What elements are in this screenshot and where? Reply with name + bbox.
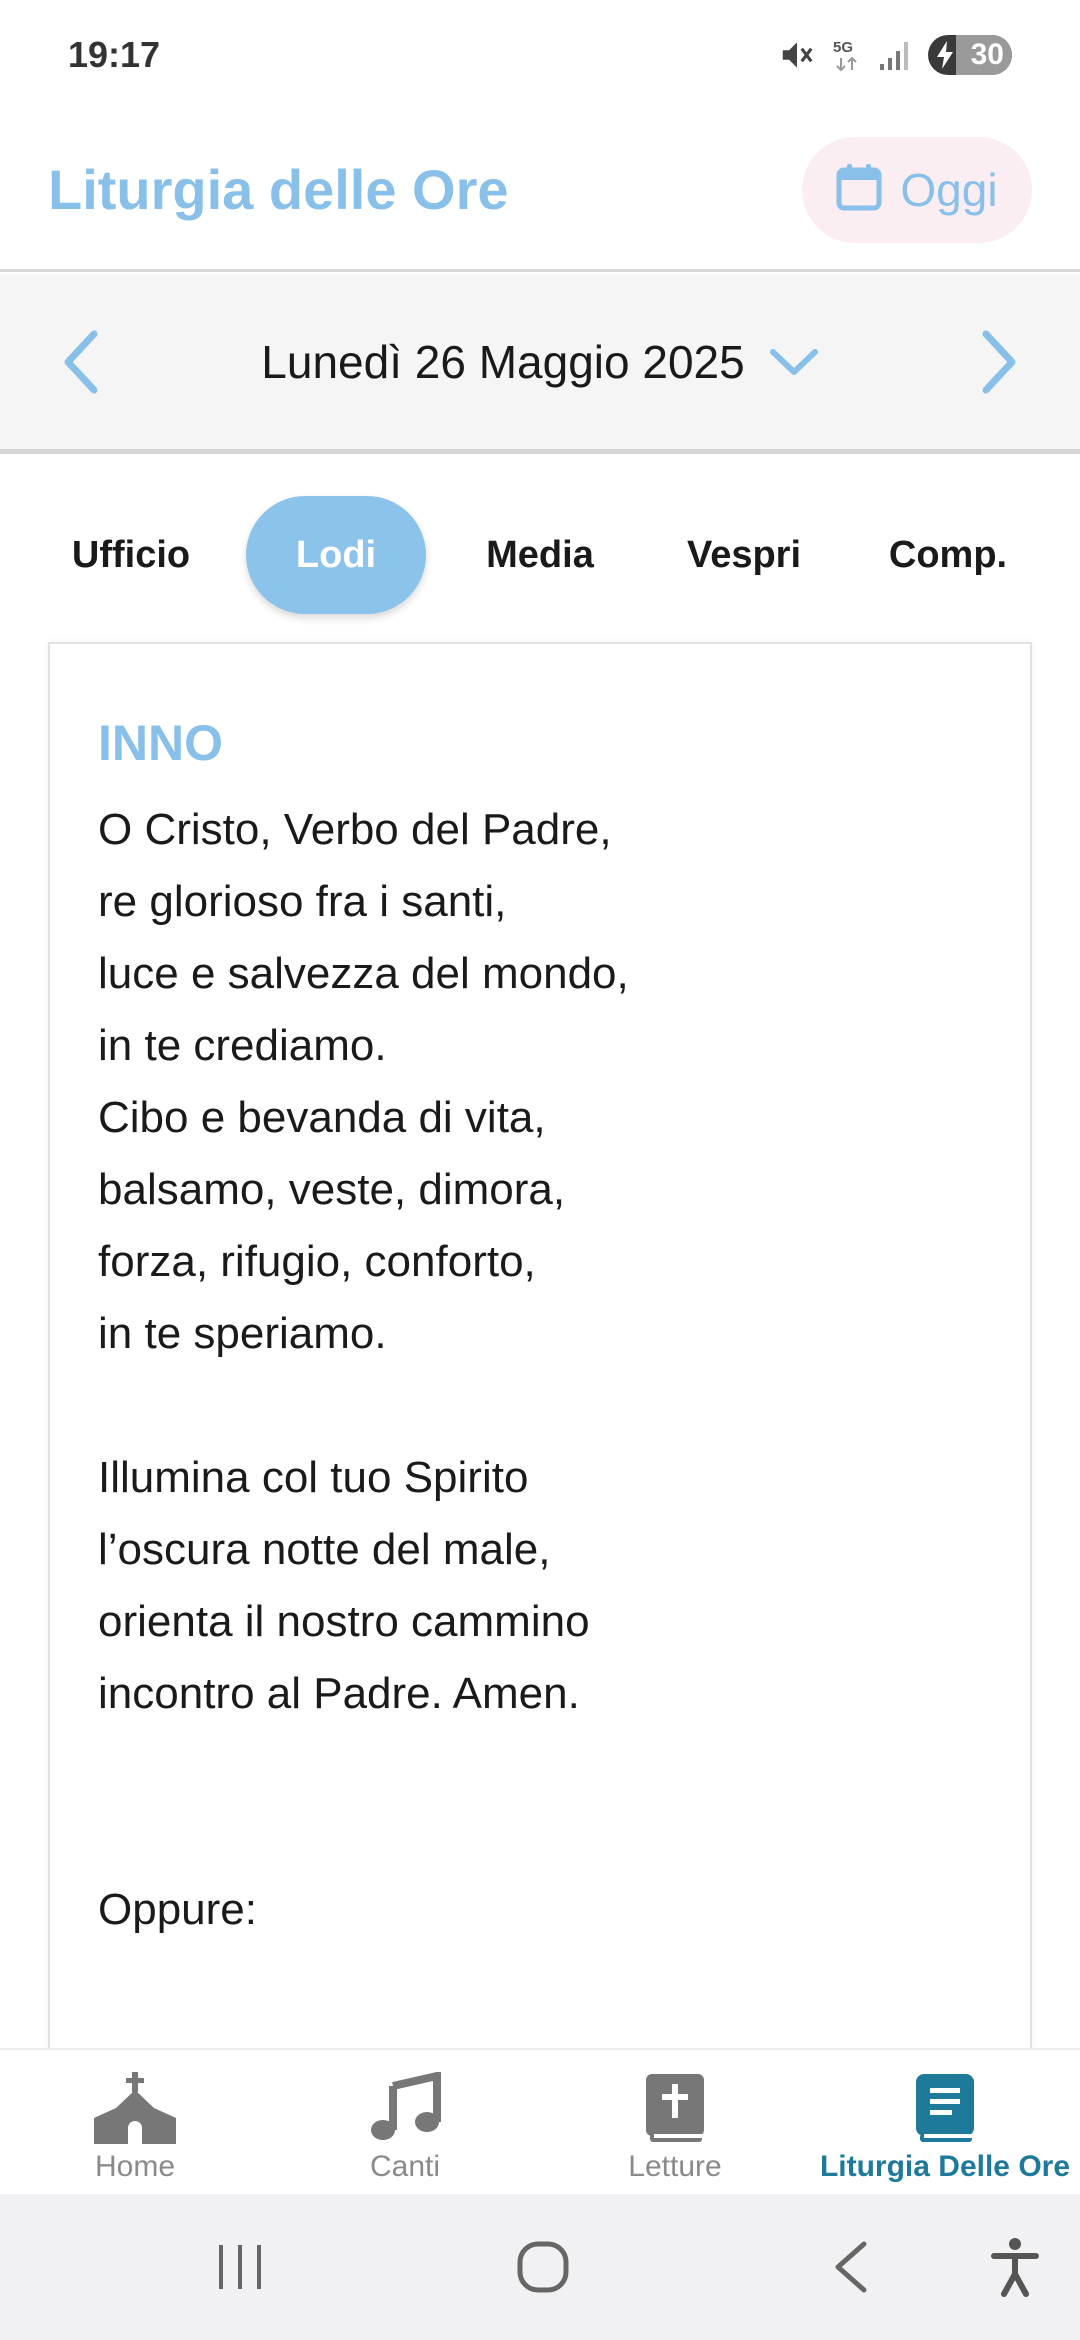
nav-label: Letture <box>628 2150 722 2183</box>
today-label: Oggi <box>900 163 998 216</box>
verse-line: luce e salvezza del mondo, <box>98 949 629 998</box>
chevron-down-icon <box>769 348 818 375</box>
accessibility-icon <box>991 2238 1039 2297</box>
church-icon <box>94 2072 176 2144</box>
tab-media[interactable]: Media <box>470 496 610 614</box>
charging-bolt-icon <box>937 41 953 69</box>
hours-tabs: Ufficio Lodi Media Vespri Comp. <box>0 494 1080 616</box>
nav-label: Canti <box>369 2150 441 2183</box>
status-icons: 5G 30 <box>778 35 1012 75</box>
today-button[interactable]: Oggi <box>802 136 1032 243</box>
verse-line: O Cristo, Verbo del Padre, <box>98 805 612 854</box>
verse-line: incontro al Padre. Amen. <box>98 1669 580 1718</box>
chevron-left-icon <box>64 330 98 393</box>
home-button[interactable] <box>510 2234 576 2300</box>
recent-apps-button[interactable] <box>210 2234 270 2300</box>
tab-compieta[interactable]: Comp. <box>880 496 1016 614</box>
verse-line: Illumina col tuo Spirito <box>98 1453 529 1502</box>
verse-line: re glorioso fra i santi, <box>98 877 507 926</box>
alternative-label: Oppure: <box>98 1885 257 1934</box>
signal-icon <box>878 38 912 72</box>
network-label: 5G <box>833 39 853 56</box>
status-time: 19:17 <box>68 34 161 75</box>
next-day-button[interactable] <box>970 322 1030 402</box>
bottom-nav: Home Canti Letture Liturgia Delle Ore <box>0 2048 1080 2194</box>
verse-line: in te crediamo. <box>98 1021 387 1070</box>
recent-apps-icon <box>219 2245 261 2289</box>
back-arrow-icon <box>835 2241 867 2293</box>
book-icon <box>916 2074 974 2142</box>
previous-day-button[interactable] <box>50 322 110 402</box>
verse-line: Cibo e bevanda di vita, <box>98 1093 546 1142</box>
tab-lodi[interactable]: Lodi <box>246 496 426 614</box>
nav-canti[interactable]: Canti <box>270 2050 540 2194</box>
current-date: Lunedì 26 Maggio 2025 <box>261 335 745 388</box>
verse-line: orienta il nostro cammino <box>98 1597 590 1646</box>
battery-indicator: 30 <box>928 35 1012 75</box>
stanza-1: O Cristo, Verbo del Padre, re glorioso f… <box>98 794 982 1370</box>
date-picker[interactable]: Lunedì 26 Maggio 2025 <box>261 335 818 389</box>
app-title: Liturgia delle Ore <box>48 158 509 221</box>
date-bar: Lunedì 26 Maggio 2025 <box>0 274 1080 454</box>
nav-label: Liturgia Delle Ore <box>819 2150 1071 2183</box>
app-header: Liturgia delle Ore Oggi <box>0 110 1080 272</box>
nav-home[interactable]: Home <box>0 2050 270 2194</box>
nav-liturgia[interactable]: Liturgia Delle Ore <box>810 2050 1080 2194</box>
verse-line: l’oscura notte del male, <box>98 1525 551 1574</box>
battery-level: 30 <box>970 38 1004 71</box>
tab-ufficio[interactable]: Ufficio <box>56 496 206 614</box>
chevron-right-icon <box>982 330 1016 393</box>
status-bar: 19:17 5G 30 <box>0 0 1080 110</box>
bible-icon <box>646 2074 704 2142</box>
back-button[interactable] <box>820 2234 880 2300</box>
calendar-icon <box>836 162 882 217</box>
nav-label: Home <box>94 2150 176 2183</box>
stanza-2: Illumina col tuo Spirito l’oscura notte … <box>98 1442 982 1730</box>
network-5g-icon: 5G <box>832 36 862 74</box>
system-nav-bar <box>0 2194 1080 2340</box>
mute-icon <box>778 36 816 74</box>
section-title: INNO <box>98 715 223 771</box>
home-circle-icon <box>517 2241 569 2293</box>
content-card: INNO O Cristo, Verbo del Padre, re glori… <box>48 642 1032 2052</box>
verse-line: balsamo, veste, dimora, <box>98 1165 566 1214</box>
music-note-icon <box>371 2072 441 2140</box>
tab-vespri[interactable]: Vespri <box>672 496 816 614</box>
verse-line: forza, rifugio, conforto, <box>98 1237 536 1286</box>
verse-line: in te speriamo. <box>98 1309 387 1358</box>
accessibility-button[interactable] <box>980 2230 1050 2304</box>
nav-letture[interactable]: Letture <box>540 2050 810 2194</box>
